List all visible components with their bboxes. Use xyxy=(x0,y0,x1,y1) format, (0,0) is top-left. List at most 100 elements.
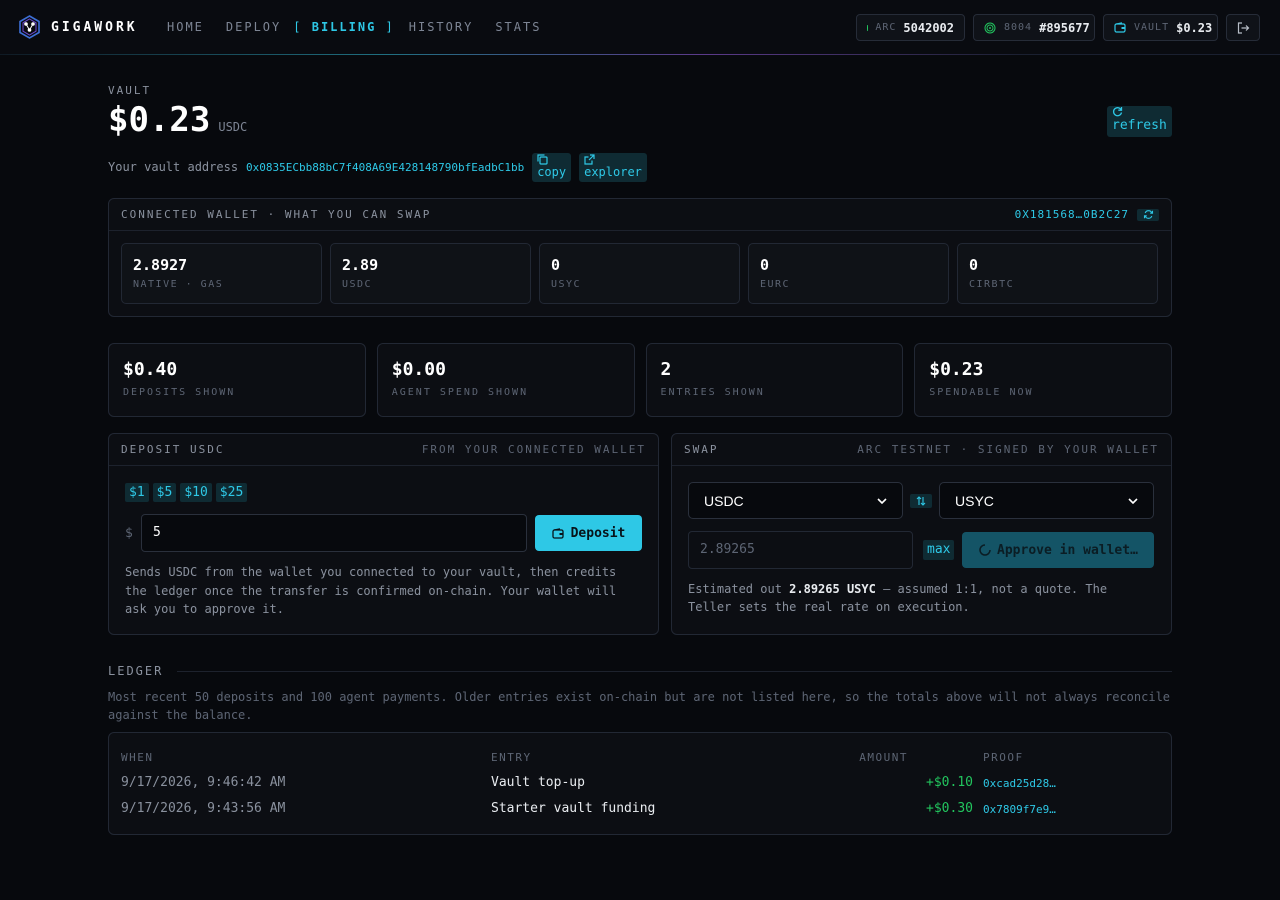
fingerprint-icon xyxy=(984,22,996,34)
nav-billing-label: BILLING xyxy=(311,20,377,34)
swap-from-select[interactable]: USDC xyxy=(688,482,903,519)
swap-to-select[interactable]: USYC xyxy=(939,482,1154,519)
chevron-down-icon xyxy=(877,497,887,504)
token-label: CIRBTC xyxy=(969,279,1015,290)
token-balances: 2.8927 NATIVE · GAS 2.89 USDC 0 USYC 0 E… xyxy=(109,231,1171,304)
deposit-subtitle: FROM YOUR CONNECTED WALLET xyxy=(421,443,646,456)
vault-address[interactable]: 0x0835ECbb88bC7f408A69E428148790bfEadbC1… xyxy=(246,161,524,174)
vault-pill-value: $0.23 xyxy=(1176,20,1213,35)
stat-spendable: $0.23 SPENDABLE NOW xyxy=(914,343,1172,417)
wallet-address-text[interactable]: 0X181568…0B2C27 xyxy=(1015,208,1129,221)
ledger-divider xyxy=(177,670,1172,672)
stat-label: ENTRIES SHOWN xyxy=(660,387,765,398)
top-nav: GIGAWORK HOME DEPLOY [ BILLING ] HISTORY… xyxy=(0,0,1280,55)
connected-wallet-header: CONNECTED WALLET · WHAT YOU CAN SWAP 0X1… xyxy=(109,199,1171,231)
swap-estimated-out: 2.89265 USYC xyxy=(789,582,876,596)
copy-label: copy xyxy=(537,165,567,179)
deposit-note: Sends USDC from the wallet you connected… xyxy=(125,565,617,616)
row-proof-link[interactable]: 0x7809f7e9… xyxy=(983,803,1056,816)
swap-direction-button[interactable] xyxy=(910,493,932,508)
table-row: 9/17/2026, 9:46:42 AM Vault top-up +$0.1… xyxy=(109,775,1171,795)
preset-25-button[interactable]: $25 xyxy=(215,483,248,502)
deposit-amount-input[interactable]: 5 xyxy=(141,514,527,552)
token-card-native: 2.8927 NATIVE · GAS xyxy=(121,243,322,304)
explorer-link-button[interactable]: explorer xyxy=(579,153,647,182)
stat-value: $0.00 xyxy=(391,359,446,380)
swap-title: SWAP xyxy=(684,443,719,456)
agent-id-pill: 8004 #895677 xyxy=(973,14,1095,41)
column-proof: PROOF xyxy=(983,751,1024,764)
deposit-header: DEPOSIT USDC FROM YOUR CONNECTED WALLET xyxy=(109,434,658,466)
token-value: 0 xyxy=(760,256,770,274)
row-when: 9/17/2026, 9:43:56 AM xyxy=(121,801,286,816)
nav-stats[interactable]: STATS xyxy=(495,20,541,36)
switch-wallet-button[interactable] xyxy=(1137,208,1159,221)
vault-pill-label: VAULT xyxy=(1134,22,1170,33)
stat-value: $0.40 xyxy=(123,359,178,380)
vault-section-label: VAULT xyxy=(108,84,152,97)
arc-value: 5042002 xyxy=(903,20,954,35)
deposit-panel: DEPOSIT USDC FROM YOUR CONNECTED WALLET … xyxy=(108,433,659,635)
row-amount: +$0.30 xyxy=(926,801,973,816)
column-when: WHEN xyxy=(121,751,154,764)
chevron-down-icon xyxy=(1128,497,1138,504)
connected-wallet-address: 0X181568…0B2C27 xyxy=(1015,208,1159,221)
token-label: NATIVE · GAS xyxy=(133,279,224,290)
swap-subtitle: ARC TESTNET · SIGNED BY YOUR WALLET xyxy=(857,443,1159,456)
nav-deploy[interactable]: DEPLOY xyxy=(226,20,281,36)
token-card-cirbtc: 0 CIRBTC xyxy=(957,243,1158,304)
swap-to-value: USYC xyxy=(955,492,994,509)
swap-header: SWAP ARC TESTNET · SIGNED BY YOUR WALLET xyxy=(672,434,1171,466)
refresh-button[interactable]: refresh xyxy=(1107,106,1172,137)
ledger-header-row: WHEN ENTRY AMOUNT PROOF xyxy=(109,751,1171,771)
row-entry: Starter vault funding xyxy=(491,801,656,816)
row-proof-link[interactable]: 0xcad25d28… xyxy=(983,777,1056,790)
deposit-button-label: Deposit xyxy=(570,525,626,541)
brand-logo[interactable]: GIGAWORK xyxy=(19,15,138,39)
nav-billing[interactable]: [ BILLING ] xyxy=(293,20,394,36)
hexagon-logo-icon xyxy=(19,15,40,39)
stat-agent-spend: $0.00 AGENT SPEND SHOWN xyxy=(376,343,635,417)
stat-entries: 2 ENTRIES SHOWN xyxy=(645,343,904,417)
vault-balance-amount: $0.23 xyxy=(108,100,211,140)
table-row: 9/17/2026, 9:43:56 AM Starter vault fund… xyxy=(109,801,1171,821)
ledger-heading: LEDGER xyxy=(108,664,1172,678)
agent-id-label: 8004 xyxy=(1004,22,1033,33)
billing-stats: $0.40 DEPOSITS SHOWN $0.00 AGENT SPEND S… xyxy=(108,343,1172,417)
token-card-usdc: 2.89 USDC xyxy=(330,243,531,304)
swap-panel: SWAP ARC TESTNET · SIGNED BY YOUR WALLET… xyxy=(671,433,1172,635)
swap-amount-row: 2.89265 max Approve in wallet… xyxy=(672,519,1171,569)
row-amount: +$0.10 xyxy=(926,775,973,790)
copy-address-button[interactable]: copy xyxy=(532,153,572,182)
max-button[interactable]: max xyxy=(923,540,955,560)
stat-value: $0.23 xyxy=(929,359,984,380)
vault-balance-pill[interactable]: VAULT $0.23 xyxy=(1103,14,1218,41)
approve-in-wallet-button[interactable]: Approve in wallet… xyxy=(962,532,1155,568)
spinner-icon xyxy=(979,544,991,556)
nav-home[interactable]: HOME xyxy=(167,20,204,36)
row-when: 9/17/2026, 9:46:42 AM xyxy=(121,775,286,790)
brand-name: GIGAWORK xyxy=(51,19,138,35)
token-card-eurc: 0 EURC xyxy=(748,243,949,304)
preset-10-button[interactable]: $10 xyxy=(180,483,212,502)
switch-wallet-icon xyxy=(1143,210,1153,219)
logout-icon xyxy=(1237,21,1249,34)
stat-deposits: $0.40 DEPOSITS SHOWN xyxy=(108,343,366,417)
deposit-button[interactable]: Deposit xyxy=(535,515,642,551)
wallet-icon xyxy=(1114,22,1126,33)
logout-button[interactable] xyxy=(1226,14,1260,41)
ledger-note: Most recent 50 deposits and 100 agent pa… xyxy=(108,690,1171,722)
nav-history[interactable]: HISTORY xyxy=(409,20,474,36)
token-value: 0 xyxy=(969,256,979,274)
token-value: 0 xyxy=(551,256,561,274)
column-entry: ENTRY xyxy=(491,751,532,764)
preset-5-button[interactable]: $5 xyxy=(152,483,177,502)
vault-address-row: Your vault address 0x0835ECbb88bC7f408A6… xyxy=(108,153,647,182)
connected-wallet-title: CONNECTED WALLET · WHAT YOU CAN SWAP xyxy=(121,208,432,221)
status-pills: ARC 5042002 8004 #895677 VAULT $0.23 xyxy=(848,14,1260,41)
agent-id-value: #895677 xyxy=(1039,20,1090,35)
deposit-title: DEPOSIT USDC xyxy=(121,443,225,456)
swap-amount-input[interactable]: 2.89265 xyxy=(688,531,913,569)
preset-1-button[interactable]: $1 xyxy=(125,483,149,502)
token-label: USYC xyxy=(551,279,582,290)
